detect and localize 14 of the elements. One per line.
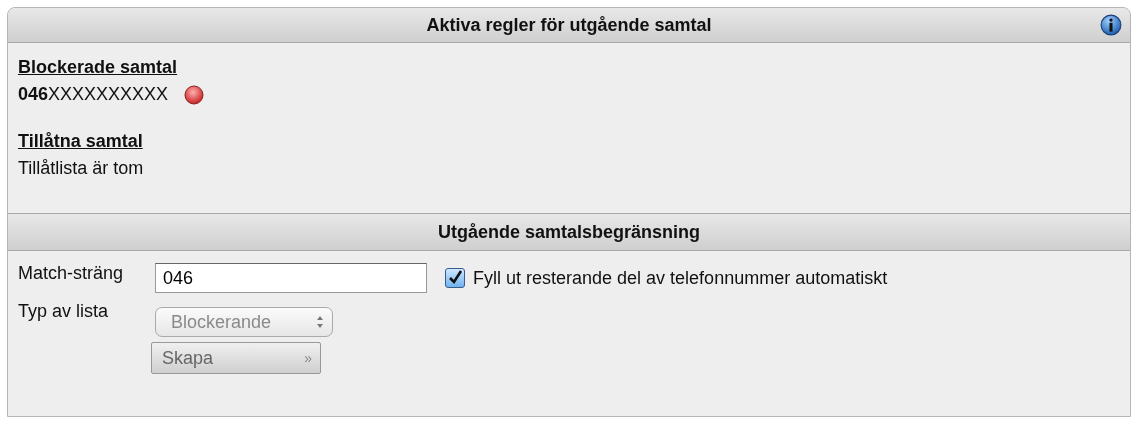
delete-icon[interactable] xyxy=(184,84,205,105)
panel-title: Utgående samtalsbegränsning xyxy=(437,221,701,243)
section-heading: Tillåtna samtal xyxy=(18,131,143,152)
info-icon[interactable] xyxy=(1100,14,1122,36)
checkbox[interactable] xyxy=(445,268,465,288)
field-label: Match-sträng xyxy=(18,263,125,284)
section-heading: Blockerade samtal xyxy=(18,57,178,78)
empty-list-note: Tillåtlista är tom xyxy=(18,158,144,179)
stepper-icon xyxy=(316,315,324,329)
blocked-number: 046XXXXXXXXXX xyxy=(18,84,169,105)
match-string-field[interactable]: 046 xyxy=(155,263,427,293)
checkbox-label: Fyll ut resterande del av telefonnummer automatiskt xyxy=(473,267,888,289)
panel-title: Aktiva regler för utgående samtal xyxy=(426,14,712,36)
field-label: Typ av lista xyxy=(18,301,110,322)
